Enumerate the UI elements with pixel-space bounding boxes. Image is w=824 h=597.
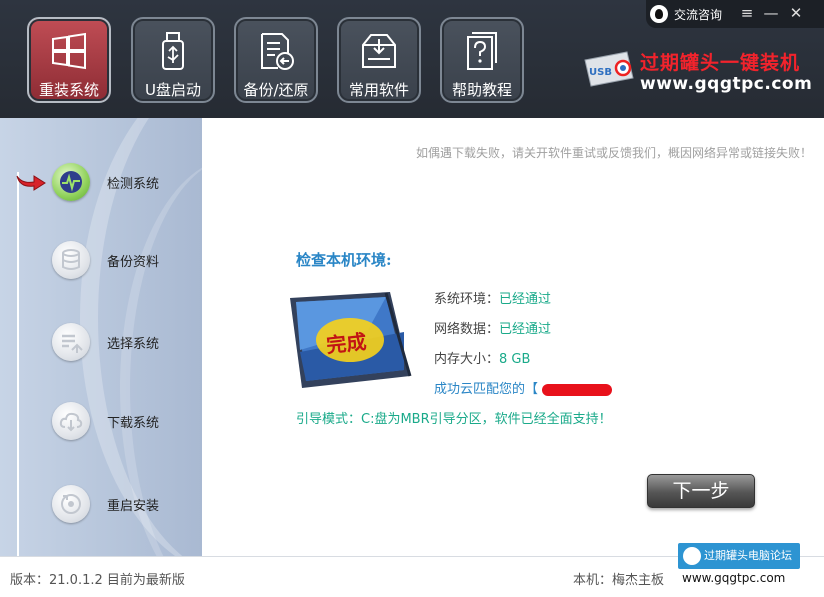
penguin-icon (650, 5, 668, 23)
boot-mode-text: 引导模式：C:盘为MBR引导分区，软件已经全面支持！ (296, 412, 612, 427)
step-backup-data: 备份资料 (52, 240, 159, 280)
nav-usb-boot[interactable]: U盘启动 (131, 17, 215, 103)
current-step-arrow-icon (16, 175, 46, 191)
tablet-complete-text: 完成 (325, 329, 367, 357)
select-list-icon (62, 334, 83, 353)
step-circle (52, 402, 90, 440)
title-bar: 交流咨询 ≡ — ✕ 重装系统 U盘启动 备份/还原 常用软件 帮助教程 USB… (0, 0, 824, 118)
row-value: 已经通过 (499, 322, 552, 337)
brand-title: 过期罐头一键装机 (640, 52, 801, 74)
main-panel: 如偶遇下载失败，请关开软件重试或反馈我们，概因网络异常或链接失败！ 检查本机环境… (202, 118, 824, 556)
tablet-illustration: 完成 (290, 292, 412, 388)
cloud-match-text: 成功云匹配您的【 (434, 378, 613, 397)
software-box-icon (362, 34, 396, 68)
step-label: 重启安装 (107, 498, 160, 514)
step-circle (52, 323, 90, 361)
next-step-button[interactable]: 下一步 (647, 474, 755, 508)
minimize-button[interactable]: — (760, 3, 782, 23)
consult-label: 交流咨询 (674, 7, 723, 22)
system-env-row: 系统环境：已经通过 (434, 288, 551, 307)
status-bar: 版本：21.0.1.2 目前为最新版 本机：梅杰主板 过期罐头电脑论坛 www.… (0, 543, 824, 597)
memory-size-row: 内存大小：8 GB (434, 348, 530, 367)
menu-button[interactable]: ≡ (736, 3, 758, 23)
row-label: 系统环境： (434, 292, 500, 307)
row-label: 网络数据： (434, 322, 500, 337)
download-notice: 如偶遇下载失败，请关开软件重试或反馈我们，概因网络异常或链接失败！ (415, 146, 812, 160)
nav-label: 帮助教程 (451, 81, 512, 99)
nav-label: U盘启动 (145, 81, 201, 99)
row-label: 内存大小： (434, 352, 500, 367)
step-timeline (17, 172, 19, 556)
network-data-row: 网络数据：已经通过 (434, 318, 551, 337)
nav-label: 备份/还原 (243, 81, 309, 99)
backup-restore-icon (261, 33, 294, 70)
database-icon (62, 249, 80, 270)
step-circle (52, 241, 90, 279)
machine-text: 本机：梅杰主板 (573, 573, 665, 588)
step-sidebar: 检测系统 备份资料 选择系统 下载系统 重启安装 (0, 118, 202, 556)
match-label: 成功云匹配您的【 (434, 382, 539, 397)
nav-label: 常用软件 (348, 81, 409, 99)
step-circle (52, 485, 90, 523)
step-detect-system: 检测系统 (52, 162, 159, 202)
nav-label: 重装系统 (38, 81, 99, 99)
consult-button[interactable]: 交流咨询 (650, 4, 722, 24)
brand-url: www.gqgtpc.com (640, 74, 813, 94)
close-button[interactable]: ✕ (785, 3, 807, 23)
disk-restart-icon (61, 494, 81, 514)
row-value: 已经通过 (499, 292, 552, 307)
logo-badge-text: USB (589, 67, 612, 78)
usb-logo-icon: USB (584, 51, 634, 87)
watermark-title: 过期罐头电脑论坛 (678, 543, 800, 569)
cloud-download-icon (59, 412, 83, 432)
row-value: 8 GB (499, 352, 531, 367)
detect-pulse-icon (60, 171, 82, 193)
step-circle (52, 163, 90, 201)
watermark-url: www.gqgtpc.com (682, 571, 786, 585)
version-text: 版本：21.0.1.2 目前为最新版 (10, 573, 185, 588)
usb-drive-icon (162, 32, 184, 70)
redaction-mark (542, 383, 613, 396)
step-label: 选择系统 (107, 336, 160, 352)
step-label: 检测系统 (107, 176, 160, 192)
step-label: 备份资料 (107, 254, 160, 270)
nav-reinstall-system[interactable]: 重装系统 (27, 17, 111, 103)
nav-backup-restore[interactable]: 备份/还原 (234, 17, 318, 103)
help-document-icon (467, 32, 497, 70)
windows-icon (52, 32, 86, 70)
forum-watermark: 过期罐头电脑论坛 www.gqgtpc.com (678, 543, 800, 595)
nav-help-tutorial[interactable]: 帮助教程 (440, 17, 524, 103)
check-environment-title: 检查本机环境: (296, 251, 392, 269)
step-restart-install: 重启安装 (52, 484, 159, 524)
step-select-system: 选择系统 (52, 322, 159, 362)
step-label: 下载系统 (107, 415, 160, 431)
step-download-system: 下载系统 (52, 401, 159, 441)
nav-common-software[interactable]: 常用软件 (337, 17, 421, 103)
